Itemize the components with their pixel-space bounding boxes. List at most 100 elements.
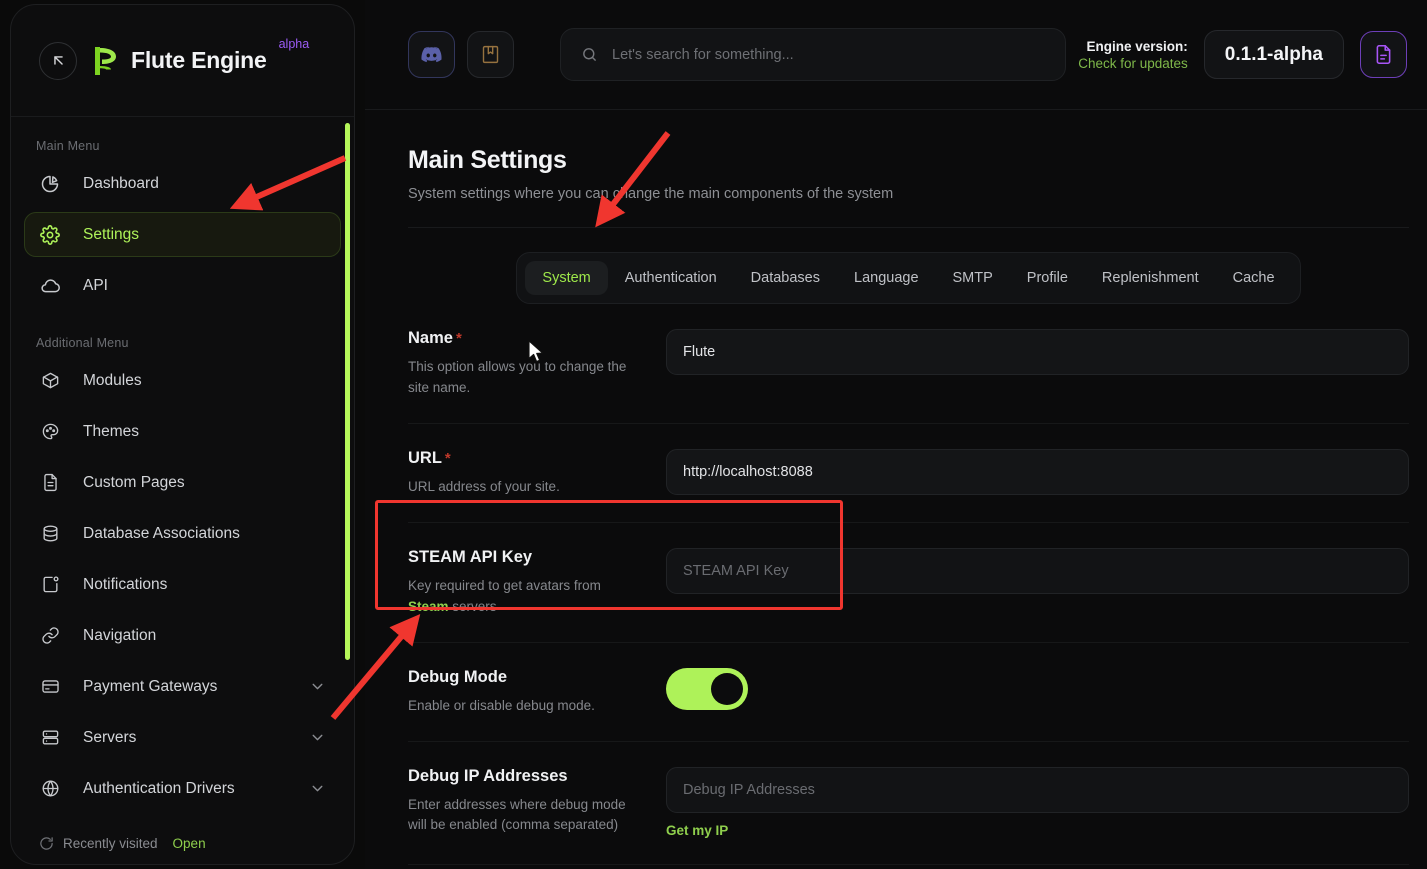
setting-title-text: Name bbox=[408, 329, 453, 347]
get-my-ip-link[interactable]: Get my IP bbox=[666, 823, 728, 838]
nav-section-label-main: Main Menu bbox=[36, 139, 100, 153]
bell-dot-icon bbox=[39, 574, 61, 596]
sidebar-item-api[interactable]: API bbox=[24, 263, 341, 308]
setting-description: This option allows you to change the sit… bbox=[408, 359, 627, 395]
chevron-down-icon[interactable] bbox=[309, 780, 326, 797]
check-for-updates-link[interactable]: Check for updates bbox=[1078, 56, 1188, 71]
sidebar-item-payment-gateways[interactable]: Payment Gateways bbox=[24, 664, 341, 709]
search-bar[interactable] bbox=[560, 28, 1067, 81]
chevron-down-icon[interactable] bbox=[309, 729, 326, 746]
setting-description-suffix: servers bbox=[448, 598, 497, 614]
settings-tabs: System Authentication Databases Language… bbox=[516, 252, 1301, 304]
chevron-down-icon[interactable] bbox=[309, 678, 326, 695]
sidebar-item-label: Database Associations bbox=[83, 524, 240, 542]
setting-description: URL address of your site. bbox=[408, 478, 560, 494]
tab-authentication[interactable]: Authentication bbox=[608, 261, 734, 295]
tabs-container: System Authentication Databases Language… bbox=[408, 252, 1409, 304]
setting-title: Name * bbox=[408, 329, 642, 348]
top-bar: Engine version: Check for updates 0.1.1-… bbox=[365, 0, 1427, 110]
globe-icon bbox=[39, 778, 61, 800]
sidebar-item-database-associations[interactable]: Database Associations bbox=[24, 511, 341, 556]
tab-replenishment[interactable]: Replenishment bbox=[1085, 261, 1216, 295]
setting-label-block: STEAM API Key Key required to get avatar… bbox=[408, 548, 666, 618]
setting-description-prefix: Key required to get avatars from bbox=[408, 577, 601, 593]
required-asterisk: * bbox=[444, 449, 451, 467]
file-text-icon bbox=[39, 472, 61, 494]
tab-profile[interactable]: Profile bbox=[1010, 261, 1085, 295]
setting-title: Debug Mode bbox=[408, 667, 507, 686]
flute-logo-icon bbox=[95, 46, 116, 75]
tab-language[interactable]: Language bbox=[837, 261, 936, 295]
steam-api-key-input[interactable] bbox=[666, 547, 1409, 594]
setting-title: STEAM API Key bbox=[408, 547, 533, 566]
bookmark-book-icon bbox=[482, 45, 499, 64]
setting-row-url: URL * URL address of your site. bbox=[408, 424, 1409, 523]
box-icon bbox=[39, 370, 61, 392]
toggle-knob bbox=[711, 672, 743, 705]
setting-control-block bbox=[666, 667, 1409, 710]
sidebar-item-notifications[interactable]: Notifications bbox=[24, 562, 341, 607]
setting-control-block bbox=[666, 448, 1409, 495]
steam-link[interactable]: Steam bbox=[408, 599, 449, 614]
setting-label-block: URL * URL address of your site. bbox=[408, 449, 666, 498]
sidebar-nav-scroll: Main Menu Dashboard Settings API Additio… bbox=[11, 117, 354, 824]
brand-title: Flute Engine bbox=[131, 47, 267, 73]
setting-description: Enter addresses where debug mode will be… bbox=[408, 796, 626, 833]
gear-icon bbox=[39, 224, 61, 246]
sidebar-item-servers[interactable]: Servers bbox=[24, 715, 341, 760]
setting-label-block: Name * This option allows you to change t… bbox=[408, 329, 666, 399]
tab-smtp[interactable]: SMTP bbox=[936, 261, 1010, 295]
sidebar-scrollbar-track[interactable] bbox=[345, 117, 350, 824]
sidebar-item-custom-pages[interactable]: Custom Pages bbox=[24, 460, 341, 505]
recently-visited-row: Recently visited Open bbox=[11, 822, 354, 864]
sidebar-scrollbar-thumb[interactable] bbox=[345, 123, 350, 660]
setting-label-block: Debug Mode Enable or disable debug mode. bbox=[408, 668, 666, 717]
page-document-button[interactable] bbox=[1360, 31, 1407, 78]
page-title: Main Settings bbox=[408, 146, 567, 174]
tab-system[interactable]: System bbox=[525, 261, 608, 295]
sidebar-item-label: Authentication Drivers bbox=[83, 779, 235, 797]
search-input[interactable] bbox=[612, 46, 1046, 63]
search-icon bbox=[583, 48, 596, 61]
setting-control-block bbox=[666, 547, 1409, 594]
engine-version-label: Engine version: bbox=[1086, 38, 1188, 54]
credit-card-icon bbox=[39, 676, 61, 698]
sidebar-item-label: Themes bbox=[83, 422, 139, 440]
link-icon bbox=[39, 625, 61, 647]
sidebar-item-settings[interactable]: Settings bbox=[24, 212, 341, 257]
setting-title-text: URL bbox=[408, 448, 442, 467]
database-icon bbox=[39, 523, 61, 545]
sidebar-item-modules[interactable]: Modules bbox=[24, 358, 341, 403]
engine-version-badge: 0.1.1-alpha bbox=[1203, 30, 1344, 79]
recently-visited-open-link[interactable]: Open bbox=[173, 836, 206, 851]
sidebar-brand-row: Flute Engine alpha bbox=[11, 5, 354, 117]
url-input[interactable] bbox=[666, 448, 1409, 495]
debug-mode-toggle[interactable] bbox=[666, 667, 748, 710]
name-input[interactable] bbox=[666, 329, 1409, 375]
debug-ip-addresses-input[interactable] bbox=[666, 766, 1409, 813]
setting-description: Enable or disable debug mode. bbox=[408, 697, 595, 713]
brand-alpha-tag: alpha bbox=[278, 37, 310, 51]
engine-version-block: Engine version: Check for updates 0.1.1-… bbox=[1078, 30, 1407, 79]
sidebar-item-dashboard[interactable]: Dashboard bbox=[24, 161, 341, 206]
documentation-bookmark-button[interactable] bbox=[467, 31, 514, 78]
nav-section-label-additional: Additional Menu bbox=[36, 336, 129, 350]
server-icon bbox=[39, 727, 61, 749]
discord-button[interactable] bbox=[408, 31, 455, 78]
sidebar-item-label: API bbox=[83, 276, 108, 294]
main-area: Engine version: Check for updates 0.1.1-… bbox=[365, 0, 1427, 869]
sidebar-item-label: Servers bbox=[83, 728, 137, 746]
collapse-sidebar-button[interactable] bbox=[39, 41, 77, 80]
sidebar-item-label: Settings bbox=[83, 225, 140, 243]
sidebar-item-authentication-drivers[interactable]: Authentication Drivers bbox=[24, 766, 341, 811]
tab-cache[interactable]: Cache bbox=[1216, 261, 1292, 295]
sidebar-item-label: Modules bbox=[83, 371, 142, 389]
tab-databases[interactable]: Databases bbox=[734, 261, 837, 295]
settings-content: Main Settings System settings where you … bbox=[365, 110, 1427, 869]
sidebar-item-navigation[interactable]: Navigation bbox=[24, 613, 341, 658]
required-asterisk: * bbox=[455, 330, 462, 347]
engine-version-text: Engine version: Check for updates bbox=[1078, 39, 1188, 71]
setting-row-steam-api-key: STEAM API Key Key required to get avatar… bbox=[408, 523, 1409, 643]
sidebar-item-themes[interactable]: Themes bbox=[24, 409, 341, 454]
setting-label-block: Debug IP Addresses Enter addresses where… bbox=[408, 767, 666, 837]
